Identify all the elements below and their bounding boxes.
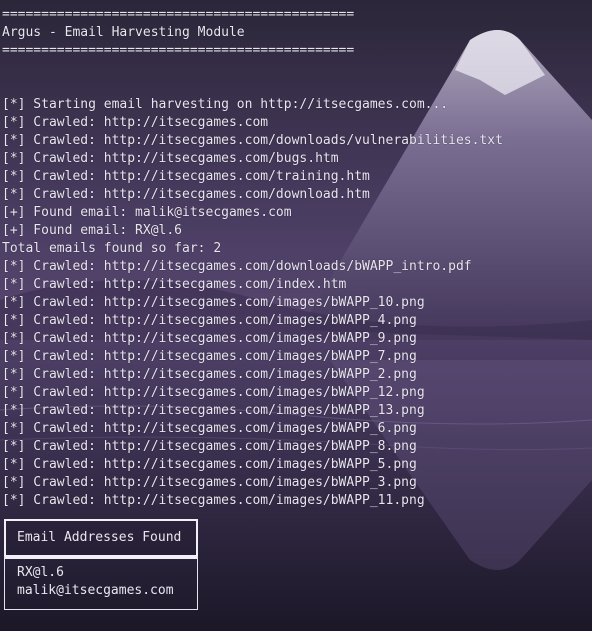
log-line: [*] Crawled: http://itsecgames.com/train…	[2, 169, 370, 184]
log-line: [+] Found email: RX@l.6	[2, 223, 183, 238]
log-line: [+] Found email: malik@itsecgames.com	[2, 205, 292, 220]
log-line: [*] Crawled: http://itsecgames.com/image…	[2, 313, 417, 328]
header-rule-bottom: ========================================…	[2, 43, 355, 58]
log-line: [*] Crawled: http://itsecgames.com/image…	[2, 421, 417, 436]
terminal-output: ========================================…	[0, 0, 592, 631]
module-title: Argus - Email Harvesting Module	[2, 25, 245, 40]
log-line: [*] Starting email harvesting on http://…	[2, 97, 449, 112]
log-line: [*] Crawled: http://itsecgames.com/image…	[2, 331, 417, 346]
log-line: [*] Crawled: http://itsecgames.com/image…	[2, 385, 425, 400]
log-line: [*] Crawled: http://itsecgames.com	[2, 115, 269, 130]
harvest-log: [*] Starting email harvesting on http://…	[2, 96, 592, 510]
log-line: [*] Crawled: http://itsecgames.com/downl…	[2, 187, 370, 202]
log-line: [*] Crawled: http://itsecgames.com/image…	[2, 349, 417, 364]
log-line: Total emails found so far: 2	[2, 241, 222, 256]
log-line: [*] Crawled: http://itsecgames.com/image…	[2, 439, 417, 454]
log-line: [*] Crawled: http://itsecgames.com/image…	[2, 457, 417, 472]
log-line: [*] Crawled: http://itsecgames.com/bugs.…	[2, 151, 339, 166]
log-line: [*] Crawled: http://itsecgames.com/image…	[2, 367, 417, 382]
log-line: [*] Crawled: http://itsecgames.com/image…	[2, 403, 425, 418]
log-line: [*] Crawled: http://itsecgames.com/downl…	[2, 259, 472, 274]
log-line: [*] Crawled: http://itsecgames.com/image…	[2, 295, 425, 310]
log-line: [*] Crawled: http://itsecgames.com/downl…	[2, 133, 503, 148]
header-rule-top: ========================================…	[2, 7, 355, 22]
log-line: [*] Crawled: http://itsecgames.com/image…	[2, 493, 425, 508]
log-line: [*] Crawled: http://itsecgames.com/image…	[2, 475, 417, 490]
log-line: [*] Crawled: http://itsecgames.com/index…	[2, 277, 347, 292]
